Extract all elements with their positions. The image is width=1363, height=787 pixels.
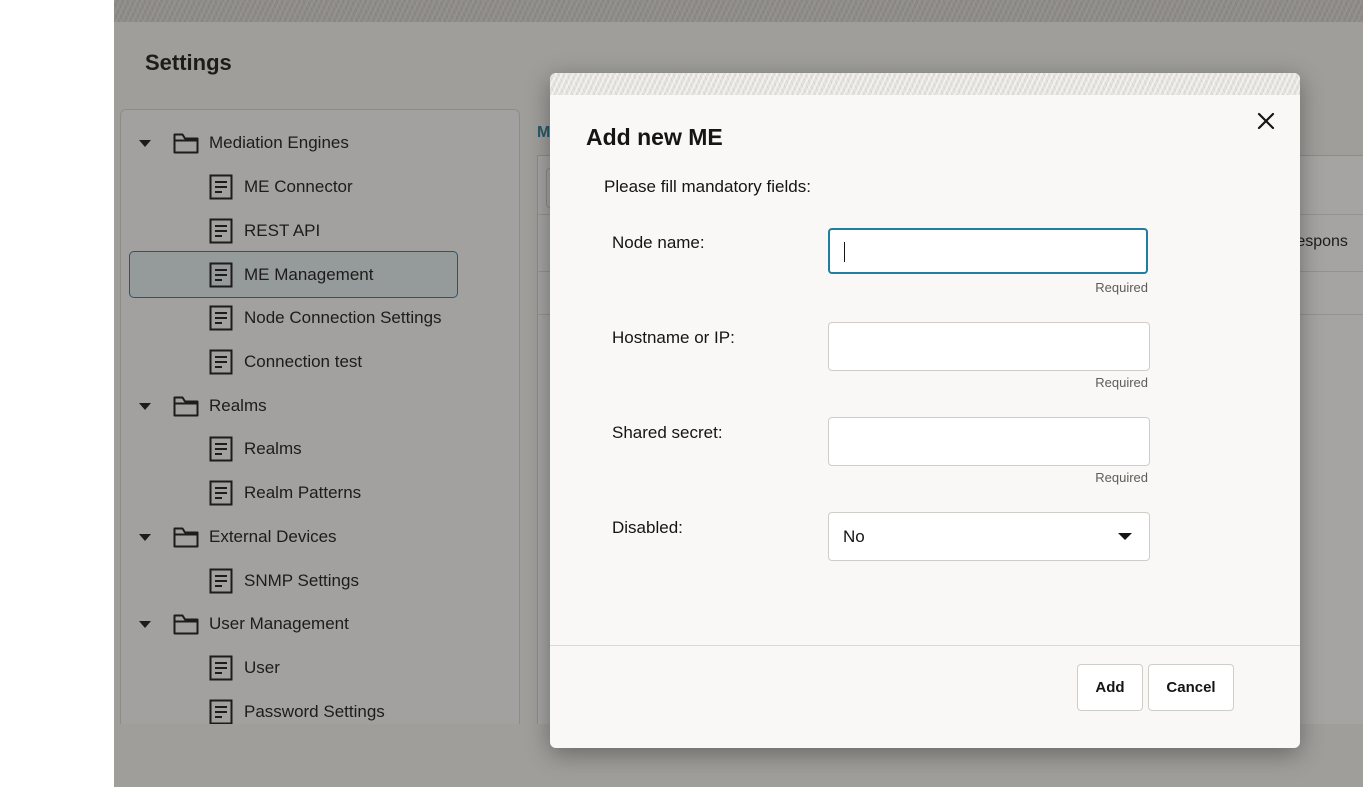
hostname-input[interactable] [828,322,1150,371]
cancel-button[interactable]: Cancel [1148,664,1234,711]
add-me-dialog: Add new ME Please fill mandatory fields:… [550,73,1300,748]
chevron-down-icon [1118,533,1132,540]
close-button[interactable] [1250,105,1282,137]
add-button[interactable]: Add [1077,664,1143,711]
node-name-input[interactable] [828,228,1148,274]
hostname-required-hint: Required [1095,375,1148,390]
dialog-footer-divider [550,645,1300,646]
dialog-intro: Please fill mandatory fields: [604,177,811,196]
close-icon [1257,112,1275,130]
disabled-select[interactable]: No [828,512,1150,561]
node-name-label: Node name: [612,233,705,252]
hostname-label: Hostname or IP: [612,328,735,347]
dialog-title: Add new ME [586,124,723,150]
shared-secret-input[interactable] [828,417,1150,466]
shared-secret-label: Shared secret: [612,423,723,442]
text-cursor [844,242,845,262]
disabled-select-value: No [843,527,865,546]
node-name-required-hint: Required [1095,280,1148,295]
shared-secret-required-hint: Required [1095,470,1148,485]
disabled-label: Disabled: [612,518,683,537]
dialog-header-band [550,73,1300,95]
